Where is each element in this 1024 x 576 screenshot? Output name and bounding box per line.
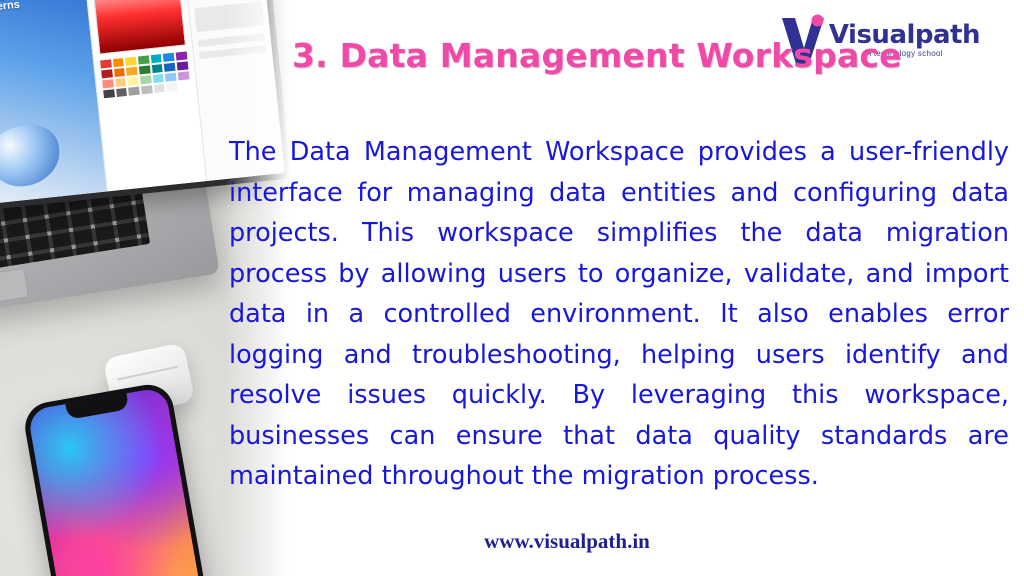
website-link[interactable]: www.visualpath.in (484, 529, 650, 553)
gradient-picker (91, 0, 186, 55)
poster-shape (0, 122, 63, 190)
swatch-grid (100, 51, 191, 99)
footer: www.visualpath.in (0, 529, 1024, 554)
slide: Using Abstract Patterns (0, 0, 1024, 576)
slide-body: The Data Management Workspace provides a… (229, 137, 1009, 491)
slide-title: 3. Data Management Workspace (292, 36, 902, 75)
poster-title: Using Abstract Patterns (0, 0, 53, 16)
